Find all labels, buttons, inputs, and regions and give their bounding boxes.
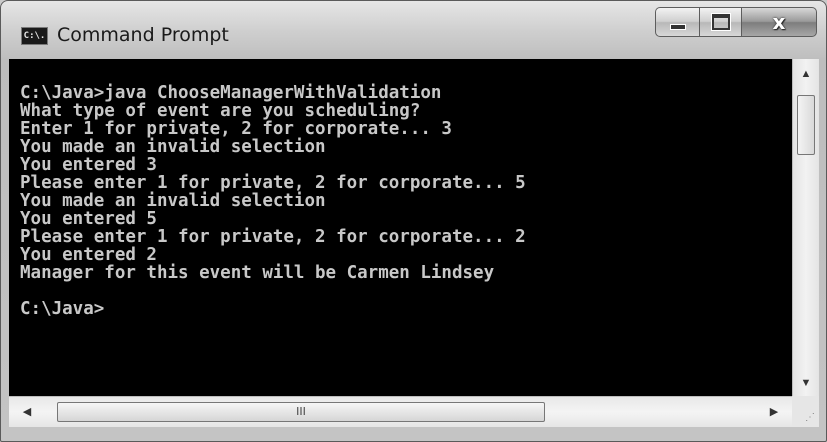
horizontal-scroll-thumb[interactable]: III — [57, 402, 545, 422]
scroll-right-icon[interactable]: ▶ — [760, 397, 788, 428]
console-line: You entered 2 — [20, 245, 157, 265]
vertical-scroll-thumb[interactable] — [797, 95, 815, 155]
title-bar[interactable]: C:\. Command Prompt x — [1, 1, 826, 59]
console-line: What type of event are you scheduling? — [20, 101, 421, 121]
console-line: Manager for this event will be Carmen Li… — [20, 263, 495, 283]
console-line: You entered 5 — [20, 209, 157, 229]
command-prompt-icon[interactable]: C:\. — [21, 27, 48, 45]
vertical-scrollbar[interactable]: ▲ ▼ — [792, 59, 819, 396]
maximize-button[interactable] — [699, 7, 741, 37]
maximize-icon — [711, 14, 730, 30]
console-line: C:\Java>java ChooseManagerWithValidation — [20, 83, 442, 103]
console-line: You entered 3 — [20, 155, 157, 175]
horizontal-scrollbar[interactable]: ◀ III ▶ — [9, 396, 792, 427]
console-line: Enter 1 for private, 2 for corporate... … — [20, 119, 452, 139]
close-button[interactable]: x — [741, 7, 817, 37]
caption-buttons: x — [655, 7, 817, 37]
grip-icon: III — [296, 405, 306, 418]
console-line: You made an invalid selection — [20, 137, 326, 157]
minimize-icon — [669, 24, 686, 30]
console-line: Please enter 1 for private, 2 for corpor… — [20, 227, 526, 247]
scroll-up-icon[interactable]: ▲ — [793, 63, 819, 85]
command-prompt-window: C:\. Command Prompt x C:\Java>java Choos… — [0, 0, 827, 442]
console-line: You made an invalid selection — [20, 191, 326, 211]
console-text: C:\Java>java ChooseManagerWithValidation… — [20, 84, 526, 318]
console-line: C:\Java> — [20, 299, 105, 319]
scroll-down-icon[interactable]: ▼ — [793, 372, 819, 394]
minimize-button[interactable] — [655, 7, 699, 37]
close-icon: x — [772, 10, 786, 34]
window-title: Command Prompt — [57, 24, 229, 46]
console-line: Please enter 1 for private, 2 for corpor… — [20, 173, 526, 193]
resize-grip-icon[interactable]: ⋰ — [792, 396, 819, 427]
scroll-left-icon[interactable]: ◀ — [13, 397, 41, 428]
console-output[interactable]: C:\Java>java ChooseManagerWithValidation… — [9, 59, 792, 396]
